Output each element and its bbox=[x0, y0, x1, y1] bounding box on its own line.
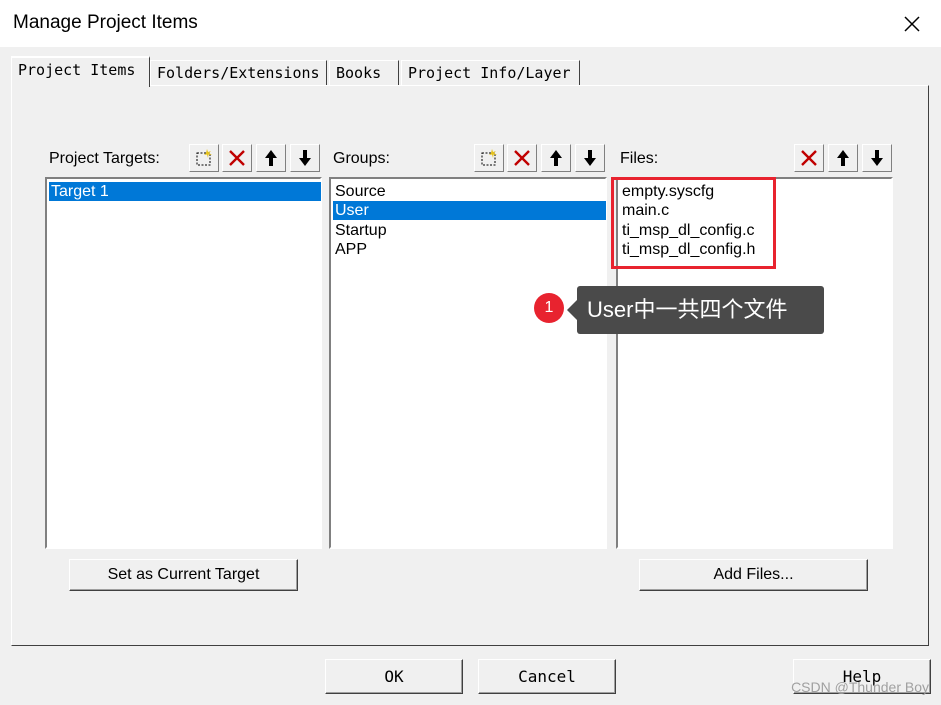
callout-arrow bbox=[567, 300, 577, 320]
watermark: CSDN @Thunder Boy bbox=[791, 679, 929, 695]
arrow-down-icon bbox=[871, 150, 883, 166]
list-item-group[interactable]: Startup bbox=[333, 221, 606, 240]
arrow-up-icon bbox=[550, 150, 562, 166]
files-header: Files: bbox=[616, 144, 893, 174]
new-item-icon bbox=[196, 149, 212, 166]
tab-project-info-layer[interactable]: Project Info/Layer bbox=[401, 60, 580, 85]
window-title: Manage Project Items bbox=[13, 12, 198, 33]
close-icon bbox=[904, 15, 920, 32]
groups-label: Groups: bbox=[333, 150, 390, 167]
title-bar: Manage Project Items bbox=[0, 0, 941, 47]
move-group-down-button[interactable] bbox=[575, 144, 605, 172]
files-highlight-box bbox=[611, 177, 776, 269]
arrow-up-icon bbox=[837, 150, 849, 166]
move-group-up-button[interactable] bbox=[541, 144, 571, 172]
tab-books[interactable]: Books bbox=[329, 60, 399, 85]
annotation-badge: 1 bbox=[534, 293, 564, 323]
move-target-up-button[interactable] bbox=[256, 144, 286, 172]
groups-list[interactable]: Source User Startup APP bbox=[329, 177, 607, 549]
arrow-down-icon bbox=[299, 150, 311, 166]
targets-label: Project Targets: bbox=[49, 150, 160, 167]
move-target-down-button[interactable] bbox=[290, 144, 320, 172]
ok-button[interactable]: OK bbox=[325, 659, 463, 694]
list-item-group[interactable]: Source bbox=[333, 182, 606, 201]
move-file-up-button[interactable] bbox=[828, 144, 858, 172]
list-item-target[interactable]: Target 1 bbox=[49, 182, 321, 201]
delete-icon bbox=[801, 150, 817, 166]
targets-list[interactable]: Target 1 bbox=[45, 177, 322, 549]
annotation-callout: User中一共四个文件 bbox=[577, 286, 824, 334]
delete-icon bbox=[229, 150, 245, 166]
cancel-button[interactable]: Cancel bbox=[478, 659, 616, 694]
delete-icon bbox=[514, 150, 530, 166]
targets-header: Project Targets: bbox=[45, 144, 322, 174]
tab-project-items[interactable]: Project Items bbox=[11, 56, 150, 87]
new-target-button[interactable] bbox=[189, 144, 219, 172]
delete-group-button[interactable] bbox=[507, 144, 537, 172]
list-item-group[interactable]: User bbox=[333, 201, 606, 220]
arrow-up-icon bbox=[265, 150, 277, 166]
new-group-button[interactable] bbox=[474, 144, 504, 172]
list-item-group[interactable]: APP bbox=[333, 240, 606, 259]
close-button[interactable] bbox=[883, 0, 941, 47]
delete-target-button[interactable] bbox=[222, 144, 252, 172]
move-file-down-button[interactable] bbox=[862, 144, 892, 172]
add-files-button[interactable]: Add Files... bbox=[639, 559, 868, 591]
new-item-icon bbox=[481, 149, 497, 166]
delete-file-button[interactable] bbox=[794, 144, 824, 172]
files-label: Files: bbox=[620, 150, 659, 167]
set-current-target-button[interactable]: Set as Current Target bbox=[69, 559, 298, 591]
groups-header: Groups: bbox=[329, 144, 607, 174]
tab-folders-extensions[interactable]: Folders/Extensions bbox=[150, 60, 327, 85]
arrow-down-icon bbox=[584, 150, 596, 166]
